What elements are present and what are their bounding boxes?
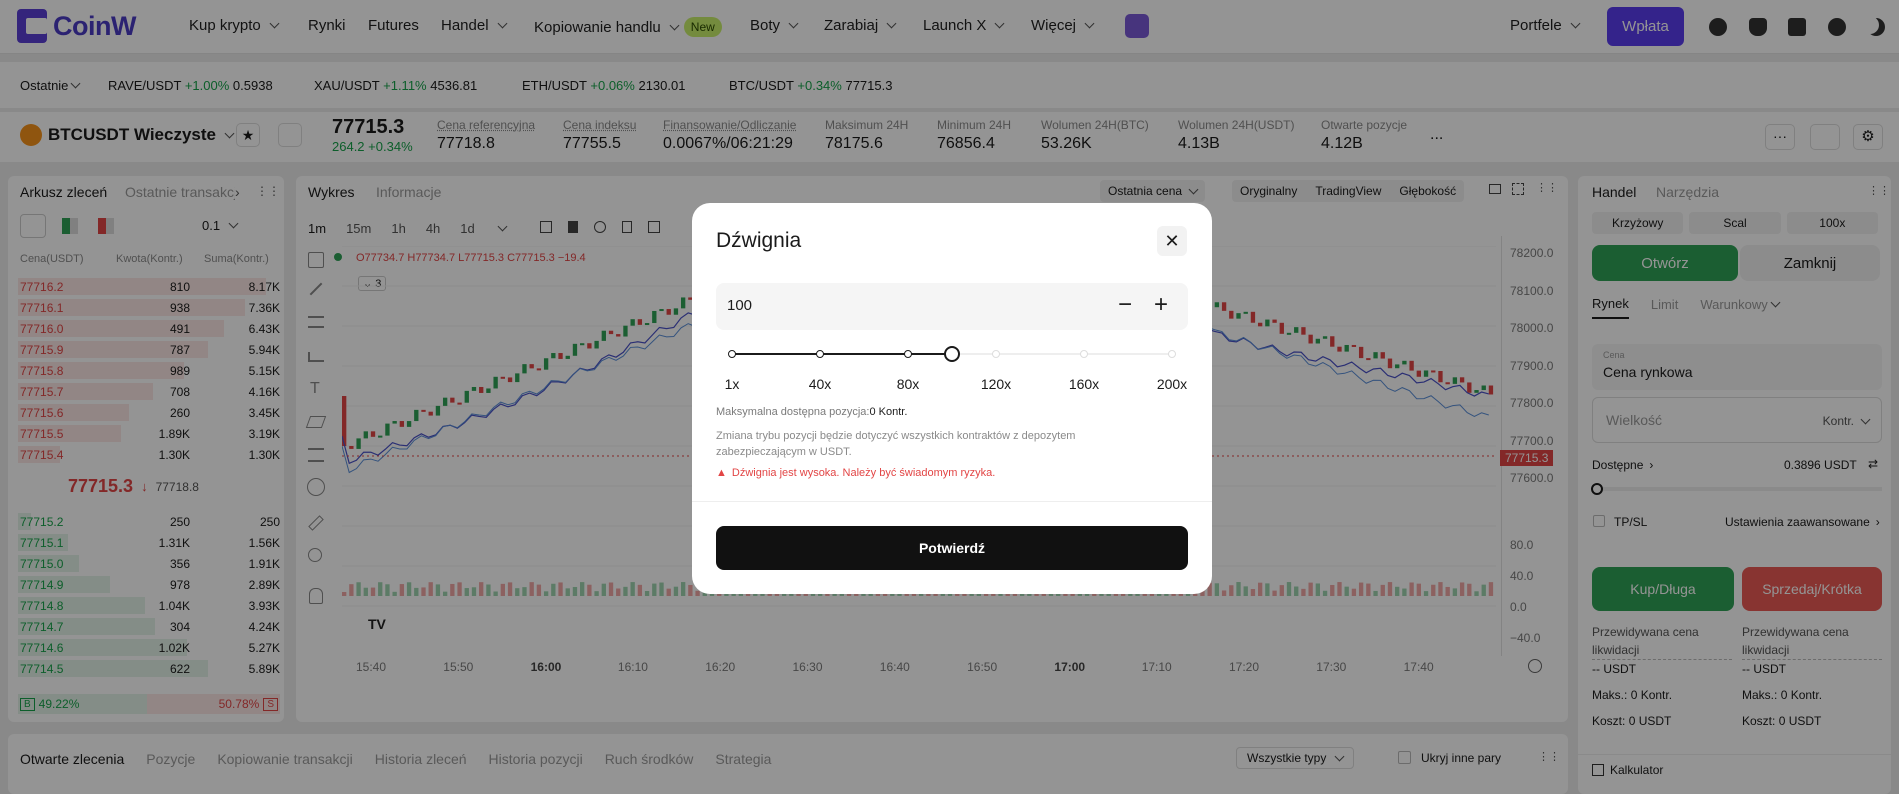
leverage-mark-label[interactable]: 80x [890, 376, 926, 392]
slider-dot[interactable] [816, 350, 824, 358]
warning-text: Dźwignia jest wysoka. Należy być świadom… [731, 467, 996, 479]
plus-icon[interactable]: + [1154, 290, 1168, 320]
leverage-mark-label[interactable]: 40x [802, 376, 838, 392]
leverage-input[interactable]: 100 − + [716, 283, 1188, 330]
slider-dot[interactable] [728, 350, 736, 358]
leverage-slider-handle[interactable] [944, 346, 960, 362]
risk-warning: ▲ Dźwignia jest wysoka. Należy być świado… [716, 467, 995, 479]
close-icon[interactable]: ✕ [1157, 226, 1187, 256]
dialog-title: Dźwignia [716, 229, 802, 252]
position-mode-info: Zmiana trybu pozycji będzie dotyczyć wsz… [716, 430, 1076, 458]
warning-icon: ▲ [716, 467, 727, 479]
max-position-line: Maksymalna dostępna pozycja:0 Kontr. [716, 406, 907, 418]
slider-dot[interactable] [904, 350, 912, 358]
slider-dot[interactable] [1080, 350, 1088, 358]
leverage-mark-label[interactable]: 120x [978, 376, 1014, 392]
confirm-button[interactable]: Potwierdź [716, 526, 1188, 570]
leverage-slider-fill [732, 353, 952, 355]
slider-dot[interactable] [992, 350, 1000, 358]
slider-dot[interactable] [1168, 350, 1176, 358]
leverage-dialog: Dźwignia ✕ 100 − + 1x 40x 80x 120x 160x 200x … [692, 203, 1212, 594]
leverage-mark-label[interactable]: 160x [1066, 376, 1102, 392]
max-position-label: Maksymalna dostępna pozycja: [716, 406, 870, 418]
minus-icon[interactable]: − [1118, 290, 1132, 320]
max-position-value: 0 Kontr. [869, 406, 908, 418]
divider [692, 501, 1212, 502]
leverage-mark-label[interactable]: 200x [1154, 376, 1190, 392]
leverage-value: 100 [727, 297, 753, 314]
leverage-mark-label[interactable]: 1x [714, 376, 750, 392]
